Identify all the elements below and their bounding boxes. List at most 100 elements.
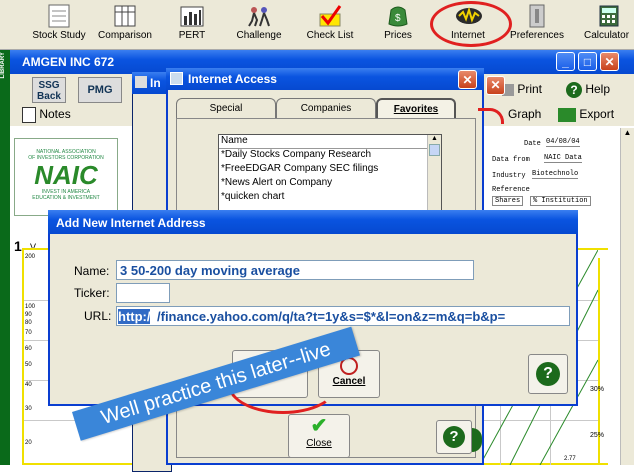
toolbar-label: Stock Study xyxy=(32,30,86,41)
data-from-label: Data from xyxy=(492,156,530,164)
y-label: 40 xyxy=(25,382,32,388)
library-label: LIBRARY xyxy=(0,52,6,79)
back-dialog-close-button[interactable]: ✕ xyxy=(486,76,505,95)
main-window-title: AMGEN INC 672 xyxy=(22,55,115,69)
toolbar-comparison[interactable]: Comparison xyxy=(92,4,158,48)
data-from-value: NAIC Data xyxy=(544,154,582,163)
industry-value: Biotechnolo xyxy=(532,170,579,179)
tab-special[interactable]: Special xyxy=(176,98,276,118)
date-label: Date xyxy=(524,140,541,148)
url-field[interactable]: http:/ /finance.yahoo.com/q/ta?t=1y&s=$*… xyxy=(116,306,570,326)
toolbar-pert[interactable]: PERT xyxy=(170,4,214,48)
close-label: Close xyxy=(306,438,332,449)
notes-icon xyxy=(22,106,36,123)
y-label: 90 xyxy=(25,312,32,318)
ticker-label: Ticker: xyxy=(74,286,110,300)
toolbar-calculator[interactable]: Calculator xyxy=(584,4,634,48)
stock-study-icon xyxy=(46,4,72,28)
tab-companies[interactable]: Companies xyxy=(276,98,376,118)
maximize-button[interactable]: □ xyxy=(578,52,597,71)
y-axis-labels: 200 100 90 80 70 60 50 40 30 20 xyxy=(24,250,38,465)
y-label: 30 xyxy=(25,406,32,412)
scroll-up-arrow-icon[interactable]: ▲ xyxy=(428,135,441,142)
ssg-back-button[interactable]: SSG Back xyxy=(32,77,66,103)
internet-access-close-button[interactable]: ✕ xyxy=(458,70,477,89)
naic-logo: NAIC xyxy=(34,160,98,190)
toolbar-stock-study[interactable]: Stock Study xyxy=(20,4,98,48)
internet-close-button[interactable]: ✔ Close xyxy=(288,414,350,458)
preferences-icon xyxy=(524,4,550,28)
help-icon: ? xyxy=(566,81,582,98)
print-button[interactable]: Print xyxy=(502,78,562,100)
internet-help-button[interactable]: ? xyxy=(436,420,472,454)
name-label: Name: xyxy=(74,264,110,278)
export-label: Export xyxy=(579,107,615,121)
section-number: 1 xyxy=(14,238,22,254)
add-address-title: Add New Internet Address xyxy=(56,216,206,230)
export-icon xyxy=(558,107,576,122)
toolbar-label: Check List xyxy=(306,30,354,41)
scroll-up-arrow-icon[interactable]: ▲ xyxy=(621,128,634,142)
favorites-list[interactable]: Name *Daily Stocks Company Research *Fre… xyxy=(218,134,442,214)
check-list-icon xyxy=(317,4,343,28)
list-scrollbar[interactable]: ▲ xyxy=(427,135,441,213)
list-item[interactable]: *News Alert on Company xyxy=(219,177,441,191)
tab-label: Favorites xyxy=(393,103,439,115)
tab-favorites[interactable]: Favorites xyxy=(376,98,456,118)
tab-label: Companies xyxy=(300,103,352,114)
minimize-button[interactable]: _ xyxy=(556,52,575,71)
print-label: Print xyxy=(517,82,543,96)
y-label: 100 xyxy=(25,304,36,310)
list-item[interactable]: *FreeEDGAR Company SEC filings xyxy=(219,163,441,177)
name-value: 3 50-200 day moving average xyxy=(120,263,300,278)
internet-access-titlebar: Internet Access ✕ xyxy=(166,68,484,90)
help-icon: ? xyxy=(536,362,560,386)
naic-logo-box: NATIONAL ASSOCIATION OF INVESTORS CORPOR… xyxy=(14,138,118,216)
toolbar-challenge[interactable]: Challenge xyxy=(230,4,288,48)
y-label: 60 xyxy=(25,346,32,352)
comparison-icon xyxy=(112,4,138,28)
date-value: 04/08/04 xyxy=(546,138,580,147)
pmg-label: PMG xyxy=(87,84,113,96)
graph-button[interactable]: Graph xyxy=(508,103,552,125)
internet-highlight-ring xyxy=(430,1,512,47)
svg-text:$: $ xyxy=(395,13,401,24)
add-address-titlebar: Add New Internet Address xyxy=(48,210,578,234)
list-item[interactable]: *Daily Stocks Company Research xyxy=(219,149,441,163)
toolbar-label: Calculator xyxy=(584,30,630,41)
close-window-button[interactable]: ✕ xyxy=(600,52,619,71)
naic-small-2: EDUCATION & INVESTMENT xyxy=(32,195,100,201)
reference-label: Reference xyxy=(492,186,530,194)
checkmark-icon: ✔ xyxy=(310,415,328,437)
main-scrollbar[interactable]: ▲ xyxy=(620,128,634,465)
toolbar-prices[interactable]: $ Prices xyxy=(376,4,420,48)
toolbar-label: Prices xyxy=(384,30,412,41)
y-label: 80 xyxy=(25,320,32,326)
scroll-thumb[interactable] xyxy=(429,144,440,156)
url-selected: http:/ xyxy=(118,309,151,324)
y-label: 200 xyxy=(25,254,36,260)
small-dialog-icon xyxy=(135,76,147,88)
ticker-field[interactable] xyxy=(116,283,170,303)
add-help-button[interactable]: ? xyxy=(528,354,568,394)
toolbar-label: Challenge xyxy=(236,30,282,41)
calculator-icon xyxy=(596,4,622,28)
list-item[interactable]: *quicken chart xyxy=(219,191,441,205)
y-label: 70 xyxy=(25,330,32,336)
challenge-icon xyxy=(246,4,272,28)
notes-button[interactable]: Notes xyxy=(22,103,102,125)
name-field[interactable]: 3 50-200 day moving average xyxy=(116,260,474,280)
export-button[interactable]: Export xyxy=(558,103,632,125)
list-header: Name xyxy=(219,135,441,149)
y-label: 20 xyxy=(25,440,32,446)
help-label: Help xyxy=(585,82,611,96)
tab-label: Special xyxy=(209,103,243,114)
pmg-button[interactable]: PMG xyxy=(78,77,122,103)
shares-label: Shares xyxy=(492,196,524,206)
tab-strip: Special Companies Favorites xyxy=(176,98,476,118)
help-button[interactable]: ? Help xyxy=(566,78,628,100)
toolbar-label: PERT xyxy=(178,30,206,41)
toolbar-preferences[interactable]: Preferences xyxy=(508,4,566,48)
small-dialog-title: In xyxy=(150,76,161,90)
toolbar-check-list[interactable]: Check List xyxy=(300,4,360,48)
